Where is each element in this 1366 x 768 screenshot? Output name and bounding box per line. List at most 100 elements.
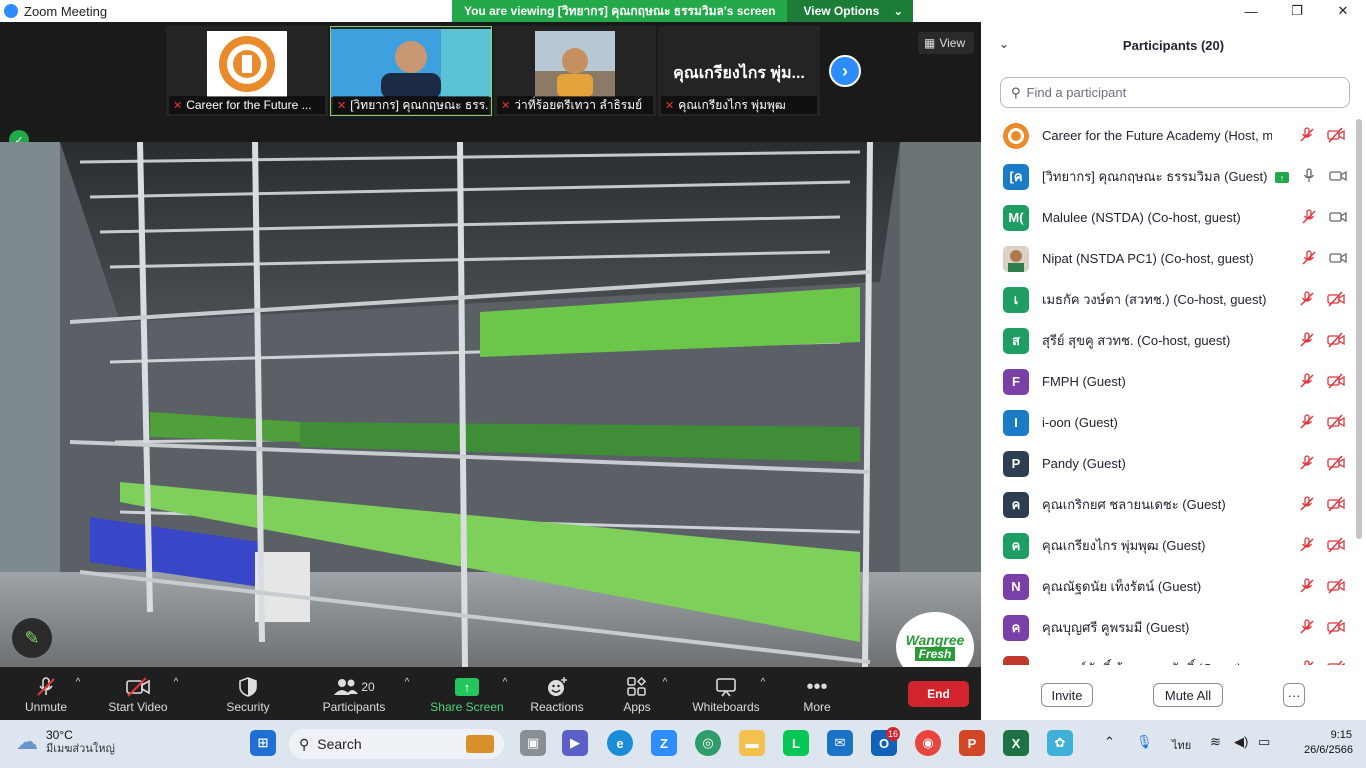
wifi-icon[interactable]: ≋: [1210, 734, 1221, 750]
task-view-icon[interactable]: ▣: [520, 730, 546, 756]
tray-chevron-up-icon[interactable]: ⌃: [1104, 734, 1115, 750]
mic-muted-icon[interactable]: [1301, 250, 1317, 269]
view-options-button[interactable]: View Options ⌄: [787, 0, 914, 22]
apps-button[interactable]: Apps: [618, 667, 656, 720]
volume-icon[interactable]: ◀): [1234, 734, 1248, 750]
mic-muted-icon[interactable]: [1299, 332, 1315, 351]
video-thumbnail[interactable]: คุณเกรียงไกร พุ่ม... ✕ คุณเกรียงไกร พุ่ม…: [658, 26, 820, 116]
globe-app-icon[interactable]: ◎: [695, 730, 721, 756]
participant-row[interactable]: เ เมธกัค วงษ์ตา (สวทช.) (Co-host, guest): [981, 279, 1353, 320]
mic-muted-icon[interactable]: [1299, 291, 1315, 310]
video-off-icon[interactable]: [1327, 537, 1345, 556]
line-app-icon[interactable]: L: [783, 730, 809, 756]
chevron-up-icon: ^: [760, 677, 766, 688]
language-indicator[interactable]: ไทย: [1172, 736, 1191, 754]
participant-row[interactable]: ค คุณบุญศรี คูพรมมี (Guest): [981, 607, 1353, 648]
video-off-icon[interactable]: [1327, 619, 1345, 638]
reactions-button[interactable]: Reactions: [528, 667, 586, 720]
zoom-taskbar-icon[interactable]: Z: [651, 730, 677, 756]
video-icon[interactable]: [1329, 168, 1347, 187]
close-button[interactable]: ✕: [1320, 0, 1366, 22]
mic-muted-icon[interactable]: [1299, 619, 1315, 638]
participants-options-caret[interactable]: ^: [399, 667, 415, 720]
view-button[interactable]: ▦ View: [918, 32, 974, 54]
invite-button[interactable]: Invite: [1041, 683, 1093, 707]
participant-row[interactable]: Nipat (NSTDA PC1) (Co-host, guest): [981, 238, 1353, 279]
weather-widget[interactable]: ☁ 30°C มีเมฆส่วนใหญ่: [16, 728, 115, 756]
microphone-tray-icon[interactable]: 🎙: [1136, 734, 1153, 750]
mic-muted-icon[interactable]: [1299, 455, 1315, 474]
participant-avatar: ค: [1003, 491, 1029, 518]
participant-search[interactable]: ⚲: [1000, 77, 1350, 108]
file-explorer-icon[interactable]: ▬: [739, 730, 765, 756]
share-options-caret[interactable]: ^: [497, 667, 513, 720]
video-options-caret[interactable]: ^: [168, 667, 184, 720]
participant-row[interactable]: ส สุรีย์ สุขคู สวทช. (Co-host, guest): [981, 320, 1353, 361]
video-off-icon[interactable]: [1327, 332, 1345, 351]
video-off-icon[interactable]: [1327, 578, 1345, 597]
panel-more-button[interactable]: ···: [1283, 683, 1305, 707]
security-button[interactable]: Security: [222, 667, 274, 720]
video-thumbnail[interactable]: ✕ Career for the Future ...: [166, 26, 328, 116]
video-thumbnail[interactable]: ✕ ว่าที่ร้อยตรีเทวา ลำธิรมย์: [494, 26, 656, 116]
video-off-icon[interactable]: [1327, 291, 1345, 310]
mic-muted-icon[interactable]: [1299, 660, 1315, 665]
taskbar-search[interactable]: ⚲ Search: [289, 729, 504, 759]
edge-browser-icon[interactable]: e: [607, 730, 633, 756]
scrollbar[interactable]: [1356, 119, 1362, 539]
mic-muted-icon[interactable]: [1299, 537, 1315, 556]
participant-row[interactable]: P Pandy (Guest): [981, 443, 1353, 484]
more-button[interactable]: ••• More: [798, 667, 836, 720]
mic-icon[interactable]: [1301, 168, 1317, 187]
teams-chat-icon[interactable]: ▶: [562, 730, 588, 756]
participants-button[interactable]: 20 Participants: [318, 667, 390, 720]
apps-options-caret[interactable]: ^: [657, 667, 673, 720]
start-video-button[interactable]: Start Video: [104, 667, 172, 720]
paint-icon[interactable]: ✿: [1047, 730, 1073, 756]
windows-start-icon[interactable]: ⊞: [250, 730, 276, 756]
chrome-icon[interactable]: ◉: [915, 730, 941, 756]
video-off-icon[interactable]: [1327, 373, 1345, 392]
participant-row[interactable]: Career for the Future Academy (Host, me): [981, 115, 1353, 156]
mic-muted-icon[interactable]: [1299, 496, 1315, 515]
next-page-button[interactable]: ›: [829, 55, 861, 87]
mic-muted-icon[interactable]: [1299, 127, 1315, 146]
minimize-button[interactable]: —: [1228, 0, 1274, 22]
mic-muted-icon[interactable]: [1299, 414, 1315, 433]
participant-row[interactable]: [ค [วิทยากร] คุณกฤษณะ ธรรมวิมล (Guest) ↑: [981, 156, 1353, 197]
video-off-icon[interactable]: [1327, 660, 1345, 665]
unmute-button[interactable]: Unmute: [18, 667, 74, 720]
video-thumbnail-active[interactable]: ✕ [วิทยากร] คุณกฤษณะ ธรร...: [330, 26, 492, 116]
video-off-icon[interactable]: [1327, 127, 1345, 146]
participant-row[interactable]: ค คุณเกริกยศ ชลายนเดชะ (Guest): [981, 484, 1353, 525]
search-input[interactable]: [1026, 85, 1327, 100]
share-screen-button[interactable]: ↑ Share Screen: [430, 667, 504, 720]
video-icon[interactable]: [1329, 250, 1347, 269]
participant-row[interactable]: ค คุณเกรียงไกร พุ่มพุฒ (Guest): [981, 525, 1353, 566]
video-off-icon[interactable]: [1327, 414, 1345, 433]
audio-options-caret[interactable]: ^: [70, 667, 86, 720]
annotate-pencil-button[interactable]: ✎: [12, 618, 52, 658]
participant-row[interactable]: M(Malulee (NSTDA) (Co-host, guest): [981, 197, 1353, 238]
whiteboards-options-caret[interactable]: ^: [755, 667, 771, 720]
participant-row[interactable]: F FMPH (Guest): [981, 361, 1353, 402]
video-off-icon[interactable]: [1327, 496, 1345, 515]
powerpoint-icon[interactable]: P: [959, 730, 985, 756]
mic-muted-icon[interactable]: [1299, 578, 1315, 597]
mic-muted-icon[interactable]: [1299, 373, 1315, 392]
video-icon[interactable]: [1329, 209, 1347, 228]
participant-row[interactable]: N คุณณัฐดนัย เท็งรัตน์ (Guest): [981, 566, 1353, 607]
video-off-icon[interactable]: [1327, 455, 1345, 474]
restore-button[interactable]: ❐: [1274, 0, 1320, 22]
participant-row[interactable]: ค คุณพงษ์ศักดิ์ ต้นตระกูลศักดิ์ (Guest): [981, 648, 1353, 665]
battery-icon[interactable]: ▭: [1258, 734, 1270, 750]
mic-muted-icon[interactable]: [1301, 209, 1317, 228]
system-clock[interactable]: 9:15 26/6/2566: [1304, 728, 1353, 758]
excel-icon[interactable]: X: [1003, 730, 1029, 756]
mail-icon[interactable]: ✉: [827, 730, 853, 756]
participant-row[interactable]: Ii-oon (Guest): [981, 402, 1353, 443]
mute-all-button[interactable]: Mute All: [1153, 683, 1223, 707]
collapse-chevron-icon[interactable]: ⌄: [999, 37, 1009, 51]
end-meeting-button[interactable]: End: [908, 681, 969, 707]
whiteboards-button[interactable]: Whiteboards: [690, 667, 762, 720]
